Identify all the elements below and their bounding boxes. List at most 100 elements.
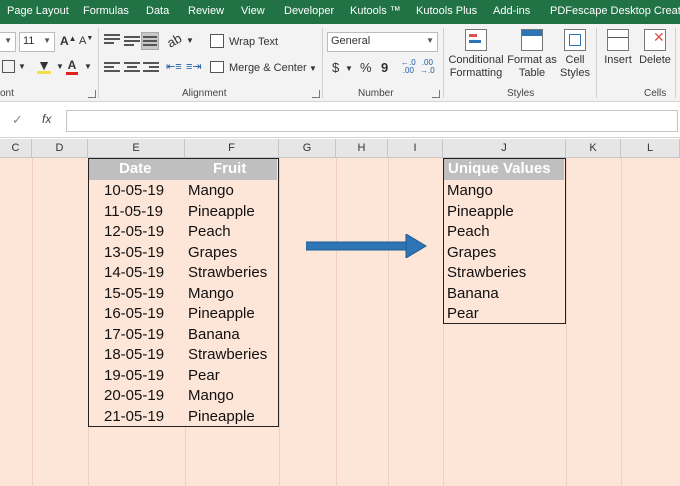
date-cell[interactable]: 12-05-19	[104, 223, 164, 240]
tab-formulas[interactable]: Formulas	[83, 5, 129, 17]
number-format-combo[interactable]: General ▼	[327, 32, 438, 52]
comma-style-button[interactable]: 9	[381, 60, 388, 75]
tab-view[interactable]: View	[241, 5, 265, 17]
column-header-d[interactable]: D	[32, 139, 88, 158]
unique-value-cell[interactable]: Pineapple	[447, 203, 514, 220]
unique-value-cell[interactable]: Banana	[447, 285, 499, 302]
increase-font-icon[interactable]: A▲	[60, 34, 77, 48]
date-cell[interactable]: 21-05-19	[104, 408, 164, 425]
fruit-cell[interactable]: Strawberies	[188, 264, 267, 281]
chevron-down-icon[interactable]: ▼	[56, 62, 64, 71]
delete-button[interactable]: ✕ Delete	[638, 29, 672, 67]
fruit-cell[interactable]: Strawberies	[188, 346, 267, 363]
tab-kutools[interactable]: Kutools ™	[350, 5, 401, 17]
currency-button[interactable]: $	[332, 60, 339, 75]
date-cell[interactable]: 20-05-19	[104, 387, 164, 404]
decrease-font-icon[interactable]: A▼	[79, 35, 93, 47]
tab-add-ins[interactable]: Add-ins	[493, 5, 530, 17]
column-header-h[interactable]: H	[336, 139, 388, 158]
tab-kutools-plus[interactable]: Kutools Plus	[416, 5, 477, 17]
increase-indent-icon[interactable]: ≡⇥	[186, 60, 202, 73]
tab-page-layout[interactable]: Page Layout	[7, 5, 69, 17]
fruit-cell[interactable]: Pineapple	[188, 203, 255, 220]
fill-color-icon[interactable]: ▼	[37, 57, 51, 74]
bottom-align-icon[interactable]	[143, 36, 159, 50]
chevron-down-icon[interactable]: ▼	[84, 62, 92, 71]
column-header-k[interactable]: K	[566, 139, 621, 158]
unique-value-cell[interactable]: Strawberies	[447, 264, 526, 281]
decrease-decimal-icon[interactable]: .00 →.0	[420, 59, 435, 75]
unique-value-cell[interactable]: Mango	[447, 182, 493, 199]
worksheet-grid[interactable]: Date Fruit 10-05-19 Mango 11-05-19 Pinea…	[0, 158, 680, 486]
column-header-c[interactable]: C	[0, 139, 32, 158]
date-cell[interactable]: 19-05-19	[104, 367, 164, 384]
tab-data[interactable]: Data	[146, 5, 169, 17]
percent-button[interactable]: %	[360, 60, 372, 75]
fruit-cell[interactable]: Mango	[188, 285, 234, 302]
fruit-cell[interactable]: Pear	[188, 367, 220, 384]
column-header-g[interactable]: G	[279, 139, 336, 158]
date-cell[interactable]: 16-05-19	[104, 305, 164, 322]
insert-button[interactable]: Insert	[601, 29, 635, 67]
cell-styles-button[interactable]: Cell Styles	[557, 29, 593, 80]
fruit-header[interactable]: Fruit	[213, 160, 246, 177]
middle-align-icon[interactable]	[124, 36, 140, 50]
date-cell[interactable]: 17-05-19	[104, 326, 164, 343]
fruit-cell[interactable]: Mango	[188, 387, 234, 404]
column-header-i[interactable]: I	[388, 139, 443, 158]
number-dialog-launcher-icon[interactable]	[432, 90, 440, 98]
fruit-cell[interactable]: Peach	[188, 223, 231, 240]
orientation-icon[interactable]: ab	[164, 30, 184, 50]
fruit-cell[interactable]: Mango	[188, 182, 234, 199]
align-left-icon[interactable]	[104, 62, 120, 76]
date-cell[interactable]: 18-05-19	[104, 346, 164, 363]
tab-developer[interactable]: Developer	[284, 5, 334, 17]
date-header[interactable]: Date	[119, 160, 152, 177]
fruit-cell[interactable]: Pineapple	[188, 408, 255, 425]
tab-pdfescape[interactable]: PDFescape Desktop Creator	[550, 5, 680, 17]
date-cell[interactable]: 15-05-19	[104, 285, 164, 302]
align-right-icon[interactable]	[143, 62, 159, 76]
unique-value-cell[interactable]: Peach	[447, 223, 490, 240]
font-dialog-launcher-icon[interactable]	[88, 90, 96, 98]
column-header-j[interactable]: J	[443, 139, 566, 158]
column-header-e[interactable]: E	[88, 139, 185, 158]
chevron-down-icon[interactable]: ▼	[186, 36, 194, 45]
alignment-dialog-launcher-icon[interactable]	[312, 90, 320, 98]
format-as-table-button[interactable]: Format as Table	[506, 29, 558, 80]
ribbon-tab-bar: Page Layout Formulas Data Review View De…	[0, 0, 680, 24]
decrease-indent-icon[interactable]: ⇤≡	[166, 60, 182, 73]
column-header-f[interactable]: F	[185, 139, 279, 158]
align-center-icon[interactable]	[124, 62, 140, 76]
wrap-text-button[interactable]: Wrap Text	[229, 36, 278, 48]
fruit-cell[interactable]: Banana	[188, 326, 240, 343]
top-align-icon[interactable]	[104, 34, 120, 48]
insert-function-icon[interactable]: fx	[42, 112, 51, 126]
font-color-icon[interactable]: A	[66, 58, 78, 75]
merge-center-icon[interactable]	[210, 61, 224, 73]
unique-value-cell[interactable]: Grapes	[447, 244, 496, 261]
formula-input[interactable]	[66, 110, 678, 132]
tab-review[interactable]: Review	[188, 5, 224, 17]
date-cell[interactable]: 10-05-19	[104, 182, 164, 199]
chevron-down-icon[interactable]: ▼	[345, 64, 353, 73]
cancel-check-icon[interactable]: ✓	[12, 112, 23, 128]
date-cell[interactable]: 14-05-19	[104, 264, 164, 281]
merge-center-button[interactable]: Merge & Center	[229, 62, 307, 74]
font-size-combo[interactable]: 11 ▼	[19, 32, 55, 52]
wrap-text-icon[interactable]	[210, 34, 224, 48]
date-cell[interactable]: 11-05-19	[104, 203, 163, 220]
unique-value-cell[interactable]: Pear	[447, 305, 479, 322]
ribbon: ▼ 11 ▼ A▲ A▼ ▼ ▼ ▼ A ▼ ont ab ▼ Wrap Tex…	[0, 24, 680, 102]
unique-values-header[interactable]: Unique Values	[448, 160, 551, 177]
chevron-down-icon[interactable]: ▼	[18, 62, 26, 71]
column-header-l[interactable]: L	[621, 139, 680, 158]
fruit-cell[interactable]: Grapes	[188, 244, 237, 261]
borders-icon[interactable]	[2, 60, 15, 73]
conditional-formatting-button[interactable]: Conditional Formatting	[446, 29, 506, 80]
font-name-combo[interactable]: ▼	[0, 32, 16, 52]
chevron-down-icon[interactable]: ▼	[309, 64, 317, 73]
increase-decimal-icon[interactable]: ←.0.00	[401, 59, 416, 75]
date-cell[interactable]: 13-05-19	[104, 244, 164, 261]
fruit-cell[interactable]: Pineapple	[188, 305, 255, 322]
